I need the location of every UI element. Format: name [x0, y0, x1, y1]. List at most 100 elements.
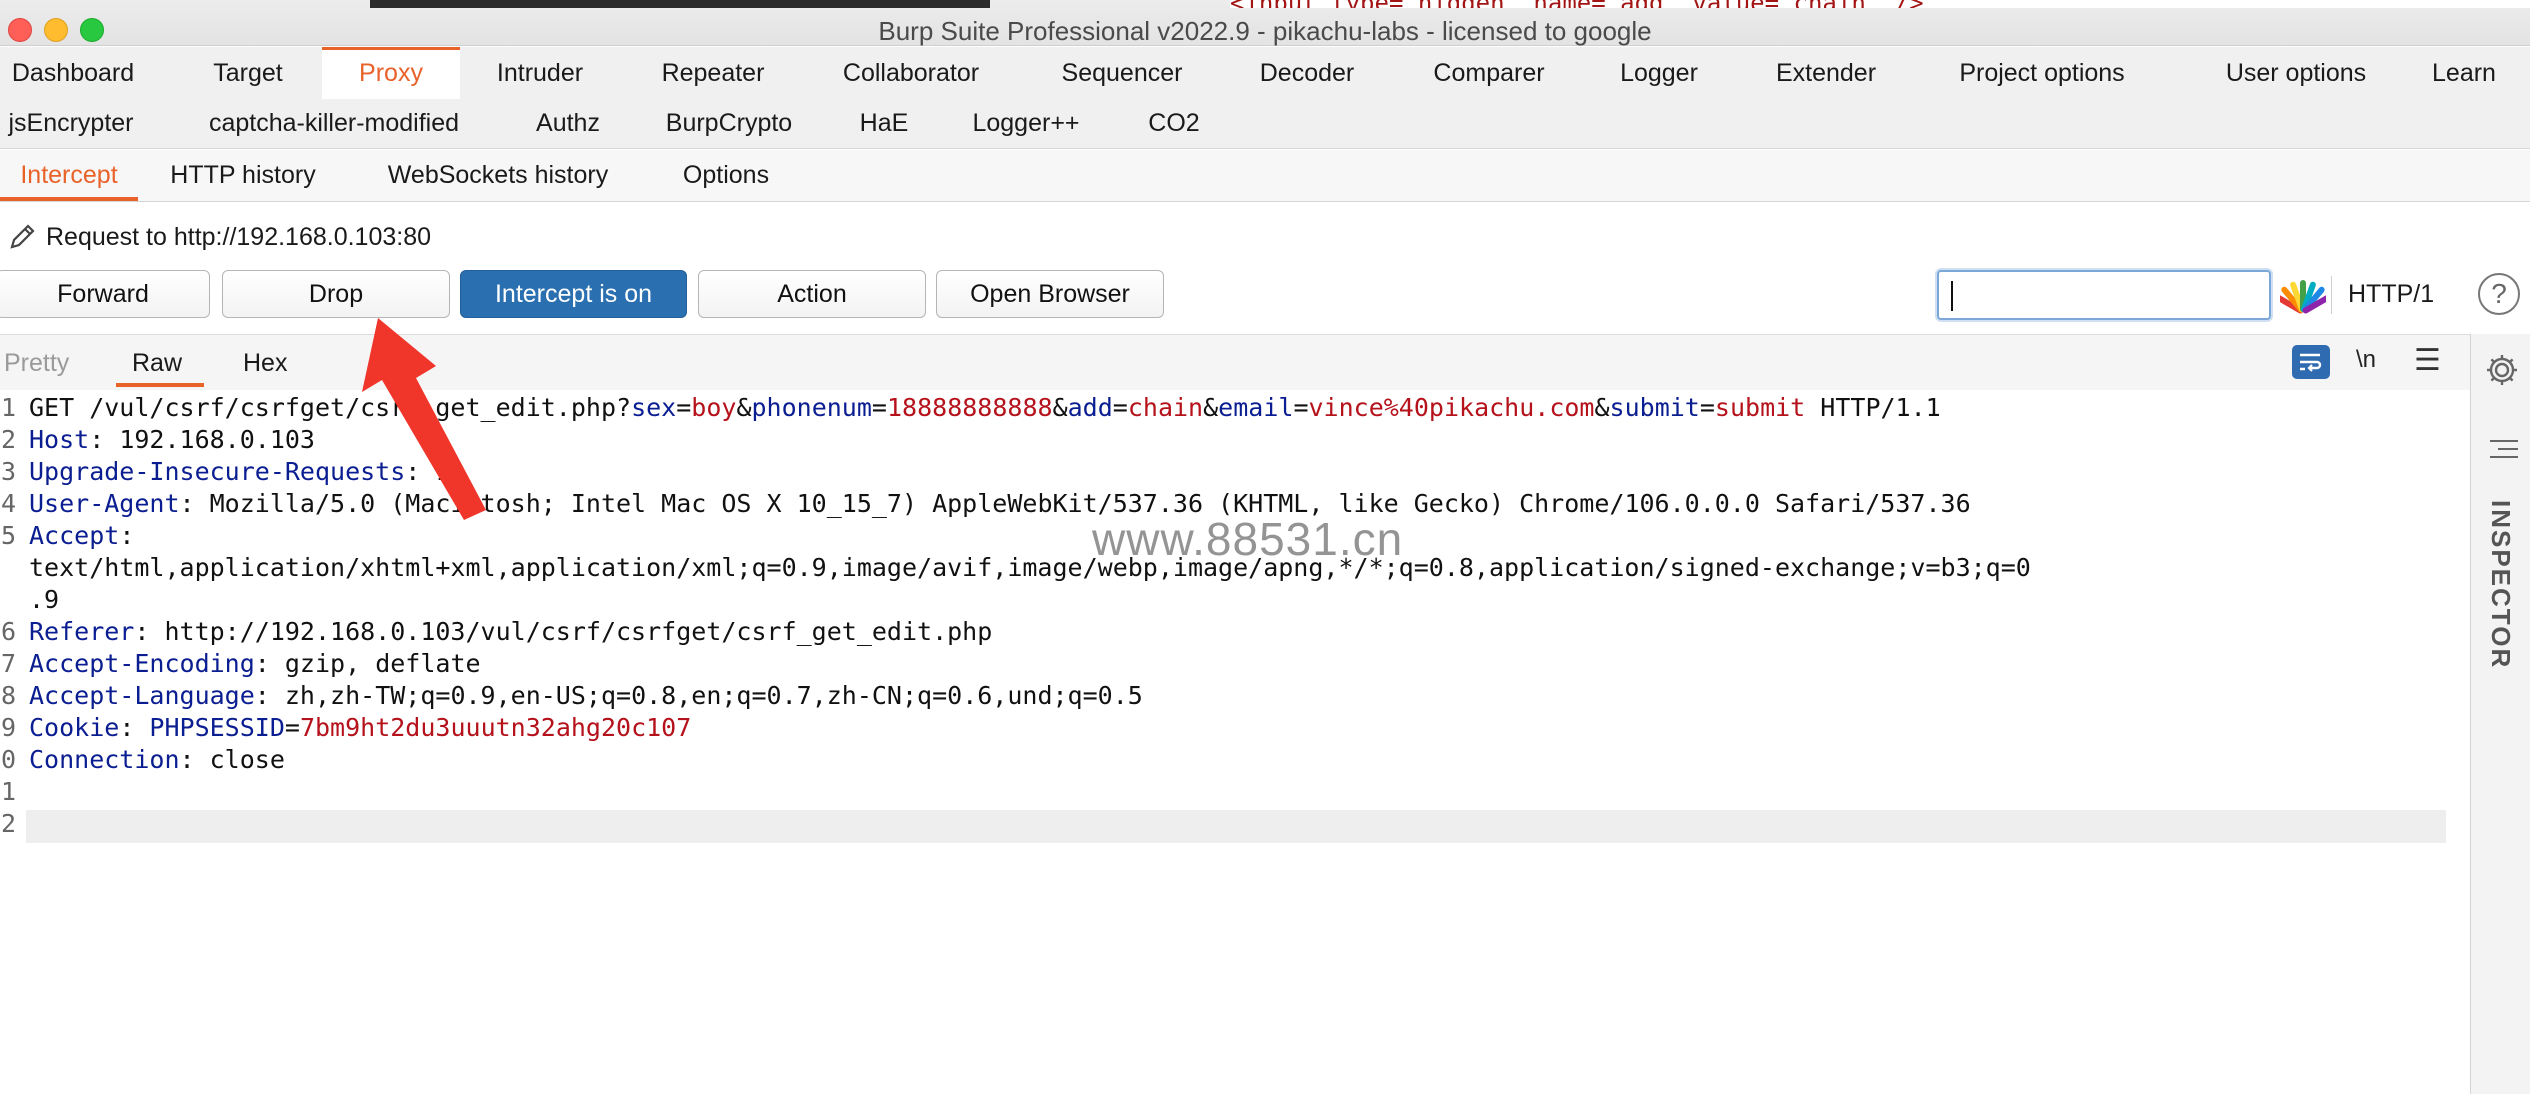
line-number: 4	[0, 489, 16, 518]
http-version-toggle[interactable]: HTTP/1	[2348, 280, 2434, 309]
main-tab-logger[interactable]: Logger	[1594, 47, 1724, 99]
ext-tab-jsencrypter[interactable]: jsEncrypter	[0, 99, 142, 148]
proxy-tab-options[interactable]: Options	[666, 150, 786, 201]
header-name: Connection	[29, 745, 180, 774]
main-tab-repeater[interactable]: Repeater	[642, 47, 784, 99]
code-text: : zh,zh-TW;q=0.9,en-US;q=0.8,en;q=0.7,zh…	[254, 681, 1143, 710]
param-value: chain	[1127, 393, 1204, 422]
highlight-color-icon[interactable]	[2274, 272, 2332, 318]
ext-tab-hae[interactable]: HaE	[848, 99, 920, 148]
tab-raw[interactable]: Raw	[115, 335, 205, 391]
param-name: phonenum	[751, 393, 872, 422]
main-tab-extender[interactable]: Extender	[1760, 47, 1892, 99]
code-text: : 1	[405, 457, 451, 486]
gear-icon[interactable]	[2482, 350, 2522, 390]
param-value: vince%40pikachu.com	[1308, 393, 1595, 422]
main-tab-decoder[interactable]: Decoder	[1240, 47, 1374, 99]
code-text: : close	[179, 745, 285, 774]
main-tab-target[interactable]: Target	[188, 47, 308, 99]
proxy-tab-intercept[interactable]: Intercept	[0, 150, 138, 201]
line-text: Upgrade-Insecure-Requests: 1	[29, 456, 450, 488]
ext-tab-co2[interactable]: CO2	[1134, 99, 1214, 148]
main-tab-comparer[interactable]: Comparer	[1408, 47, 1570, 99]
line-number: 2	[0, 809, 16, 838]
editor-menu-icon[interactable]: ☰	[2414, 346, 2441, 376]
tab-hex[interactable]: Hex	[243, 335, 287, 391]
line-number: 1	[0, 393, 16, 422]
main-tab-project-options[interactable]: Project options	[1932, 47, 2152, 99]
param-value: 18888888888	[886, 393, 1053, 422]
ext-tab-burpcrypto[interactable]: BurpCrypto	[648, 99, 810, 148]
line-text: GET /vul/csrf/csrfget/csrf_get_edit.php?…	[29, 392, 1941, 424]
code-text: : http://192.168.0.103/vul/csrf/csrfget/…	[134, 617, 993, 646]
proxy-tab-websockets-history[interactable]: WebSockets history	[372, 150, 624, 201]
line-number: 3	[0, 457, 16, 486]
ext-tab-authz[interactable]: Authz	[522, 99, 614, 148]
main-tab-user-options[interactable]: User options	[2184, 47, 2408, 99]
code-text: =	[1293, 393, 1309, 422]
list-lines-icon[interactable]	[2490, 440, 2518, 464]
search-input[interactable]	[1937, 270, 2271, 320]
header-name: Accept-Language	[29, 681, 255, 710]
watermark-text: www.88531.cn	[1092, 513, 1404, 565]
word-wrap-icon[interactable]	[2292, 345, 2330, 379]
main-tab-sequencer[interactable]: Sequencer	[1036, 47, 1208, 99]
param-name: email	[1218, 393, 1294, 422]
code-text: &	[736, 393, 752, 422]
show-newlines-toggle[interactable]: \n	[2356, 346, 2376, 374]
line-number: 8	[0, 681, 16, 710]
param-value: 7bm9ht2du3uuutn32ahg20c107	[299, 713, 692, 742]
title-bar: <input type="hidden" name="add" value="c…	[0, 0, 2530, 46]
line-text: Connection: close	[29, 744, 285, 776]
code-text: =	[871, 393, 887, 422]
main-tab-proxy[interactable]: Proxy	[322, 47, 460, 99]
line-number: 6	[0, 617, 16, 646]
ext-tab-captcha-killer-modified[interactable]: captcha-killer-modified	[182, 99, 486, 148]
main-tab-dashboard[interactable]: Dashboard	[0, 47, 146, 99]
pencil-icon	[0, 215, 44, 259]
main-tab-intruder[interactable]: Intruder	[478, 47, 602, 99]
toolbar-divider	[2331, 276, 2332, 314]
code-text: HTTP/1.1	[1805, 393, 1941, 422]
raw-request-editor[interactable]: 1 GET /vul/csrf/csrfget/csrf_get_edit.php…	[0, 392, 2470, 1094]
drop-button[interactable]: Drop	[222, 270, 450, 318]
tab-pretty[interactable]: Pretty	[4, 335, 69, 391]
line-number: 9	[0, 713, 16, 742]
forward-button[interactable]: Forward	[0, 270, 210, 318]
line-text: User-Agent: Mozilla/5.0 (Macintosh; Inte…	[29, 488, 1971, 520]
header-name: Cookie	[29, 713, 120, 742]
proxy-tab-bar: Intercept HTTP history WebSockets history O…	[0, 150, 2530, 202]
param-value: submit	[1714, 393, 1806, 422]
param-value: boy	[691, 393, 737, 422]
proxy-tab-http-history[interactable]: HTTP history	[160, 150, 326, 201]
background-window-strip	[370, 0, 990, 8]
line-text: Accept:	[29, 520, 134, 552]
request-target: Request to http://192.168.0.103:80	[46, 222, 432, 251]
extension-tab-bar: jsEncrypter captcha-killer-modified Authz B…	[0, 99, 2530, 149]
main-tab-collaborator[interactable]: Collaborator	[822, 47, 1000, 99]
line-number: 1	[0, 777, 16, 806]
code-text: =	[284, 713, 300, 742]
help-icon[interactable]: ?	[2478, 273, 2520, 315]
window-title: Burp Suite Professional v2022.9 - pikach…	[878, 16, 1652, 46]
request-info-line: Request to http://192.168.0.103:80	[0, 212, 431, 262]
line-text: Host: 192.168.0.103	[29, 424, 315, 456]
open-browser-button[interactable]: Open Browser	[936, 270, 1164, 318]
header-name: Referer	[29, 617, 135, 646]
line-number: 2	[0, 425, 16, 454]
line-text: Cookie: PHPSESSID=7bm9ht2du3uuutn32ahg20…	[29, 712, 691, 744]
param-name: PHPSESSID	[149, 713, 285, 742]
ext-tab-logger-[interactable]: Logger++	[956, 99, 1096, 148]
param-name: submit	[1609, 393, 1700, 422]
line-number: 0	[0, 745, 16, 774]
code-text: GET /vul/csrf/csrfget/csrf_get_edit.php?	[29, 393, 632, 422]
inspector-label[interactable]: INSPECTOR	[2485, 500, 2516, 669]
intercept-toggle-button[interactable]: Intercept is on	[460, 270, 687, 318]
code-text: =	[1112, 393, 1128, 422]
header-name: Host	[29, 425, 90, 454]
code-text: : Mozilla/5.0 (Macintosh; Intel Mac OS X…	[179, 489, 1971, 518]
background-code-snippet: <input type="hidden" name="add" value="c…	[1230, 0, 2530, 8]
action-button[interactable]: Action	[698, 270, 926, 318]
main-tab-learn[interactable]: Learn	[2424, 47, 2504, 99]
main-tab-bar: Dashboard Target Proxy Intruder Repeater Coll…	[0, 47, 2530, 99]
